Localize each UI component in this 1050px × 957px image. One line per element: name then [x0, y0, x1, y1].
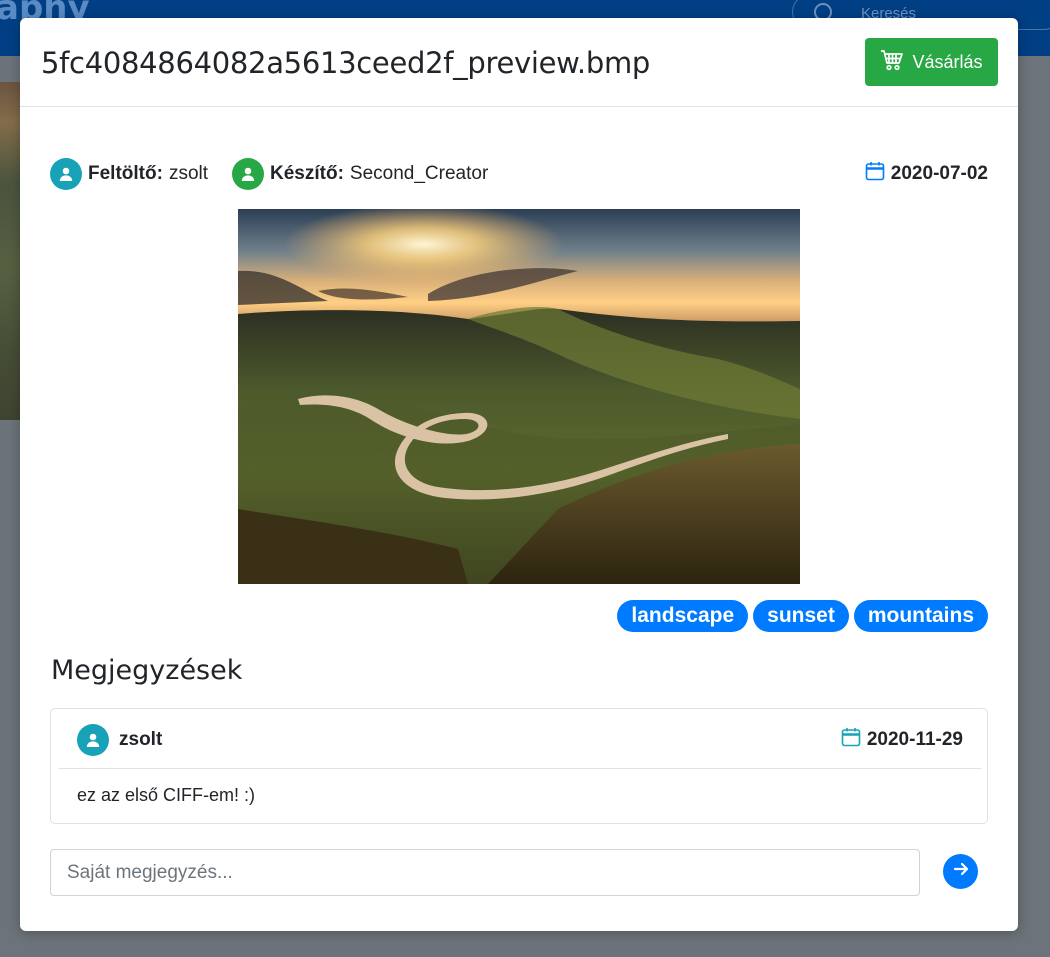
- modal-header: 5fc4084864082a5613ceed2f_preview.bmp Vás…: [20, 18, 1018, 107]
- creator-info: Készítő: Second_Creator: [232, 157, 488, 191]
- background-thumbnail: [0, 82, 20, 420]
- buy-button[interactable]: Vásárlás: [865, 38, 998, 86]
- tag-list: landscape sunset mountains: [617, 600, 988, 632]
- user-icon: [232, 158, 264, 190]
- comment-text: ez az első CIFF-em! :): [77, 785, 256, 805]
- image-date-value: 2020-07-02: [890, 163, 988, 184]
- creator-value: Second_Creator: [349, 163, 489, 184]
- calendar-icon: [865, 161, 885, 187]
- comment-author: zsolt: [77, 724, 162, 756]
- comment-header: zsolt 2020-11-29: [59, 709, 981, 769]
- user-icon: [50, 158, 82, 190]
- uploader-value: zsolt: [168, 163, 209, 184]
- user-icon: [77, 724, 109, 756]
- buy-button-label: Vásárlás: [912, 51, 983, 72]
- comment-date-value: 2020-11-29: [866, 729, 963, 750]
- comments-title: Megjegyzések: [51, 655, 243, 686]
- modal-title: 5fc4084864082a5613ceed2f_preview.bmp: [41, 46, 651, 80]
- comment-date: 2020-11-29: [841, 724, 963, 756]
- creator-label: Készítő:: [270, 163, 344, 184]
- comment-author-name: zsolt: [119, 729, 163, 750]
- comment-input[interactable]: [50, 849, 920, 896]
- tag-sunset[interactable]: sunset: [753, 600, 849, 632]
- send-comment-button[interactable]: [943, 854, 978, 889]
- tag-mountains[interactable]: mountains: [853, 600, 988, 632]
- image-meta: Feltöltő: zsolt Készítő: Second_Creator …: [50, 157, 988, 191]
- image-date: 2020-07-02: [865, 157, 988, 191]
- uploader-label: Feltöltő:: [88, 163, 163, 184]
- image-detail-modal: 5fc4084864082a5613ceed2f_preview.bmp Vás…: [20, 18, 1018, 931]
- landscape-photo: [238, 209, 800, 584]
- arrow-right-icon: [952, 860, 970, 883]
- calendar-icon: [841, 727, 861, 753]
- uploader-info: Feltöltő: zsolt: [50, 157, 208, 191]
- comment-card: zsolt 2020-11-29 ez az első CIFF-em! :): [50, 708, 988, 824]
- tag-landscape[interactable]: landscape: [617, 600, 749, 632]
- cart-icon: [880, 49, 904, 76]
